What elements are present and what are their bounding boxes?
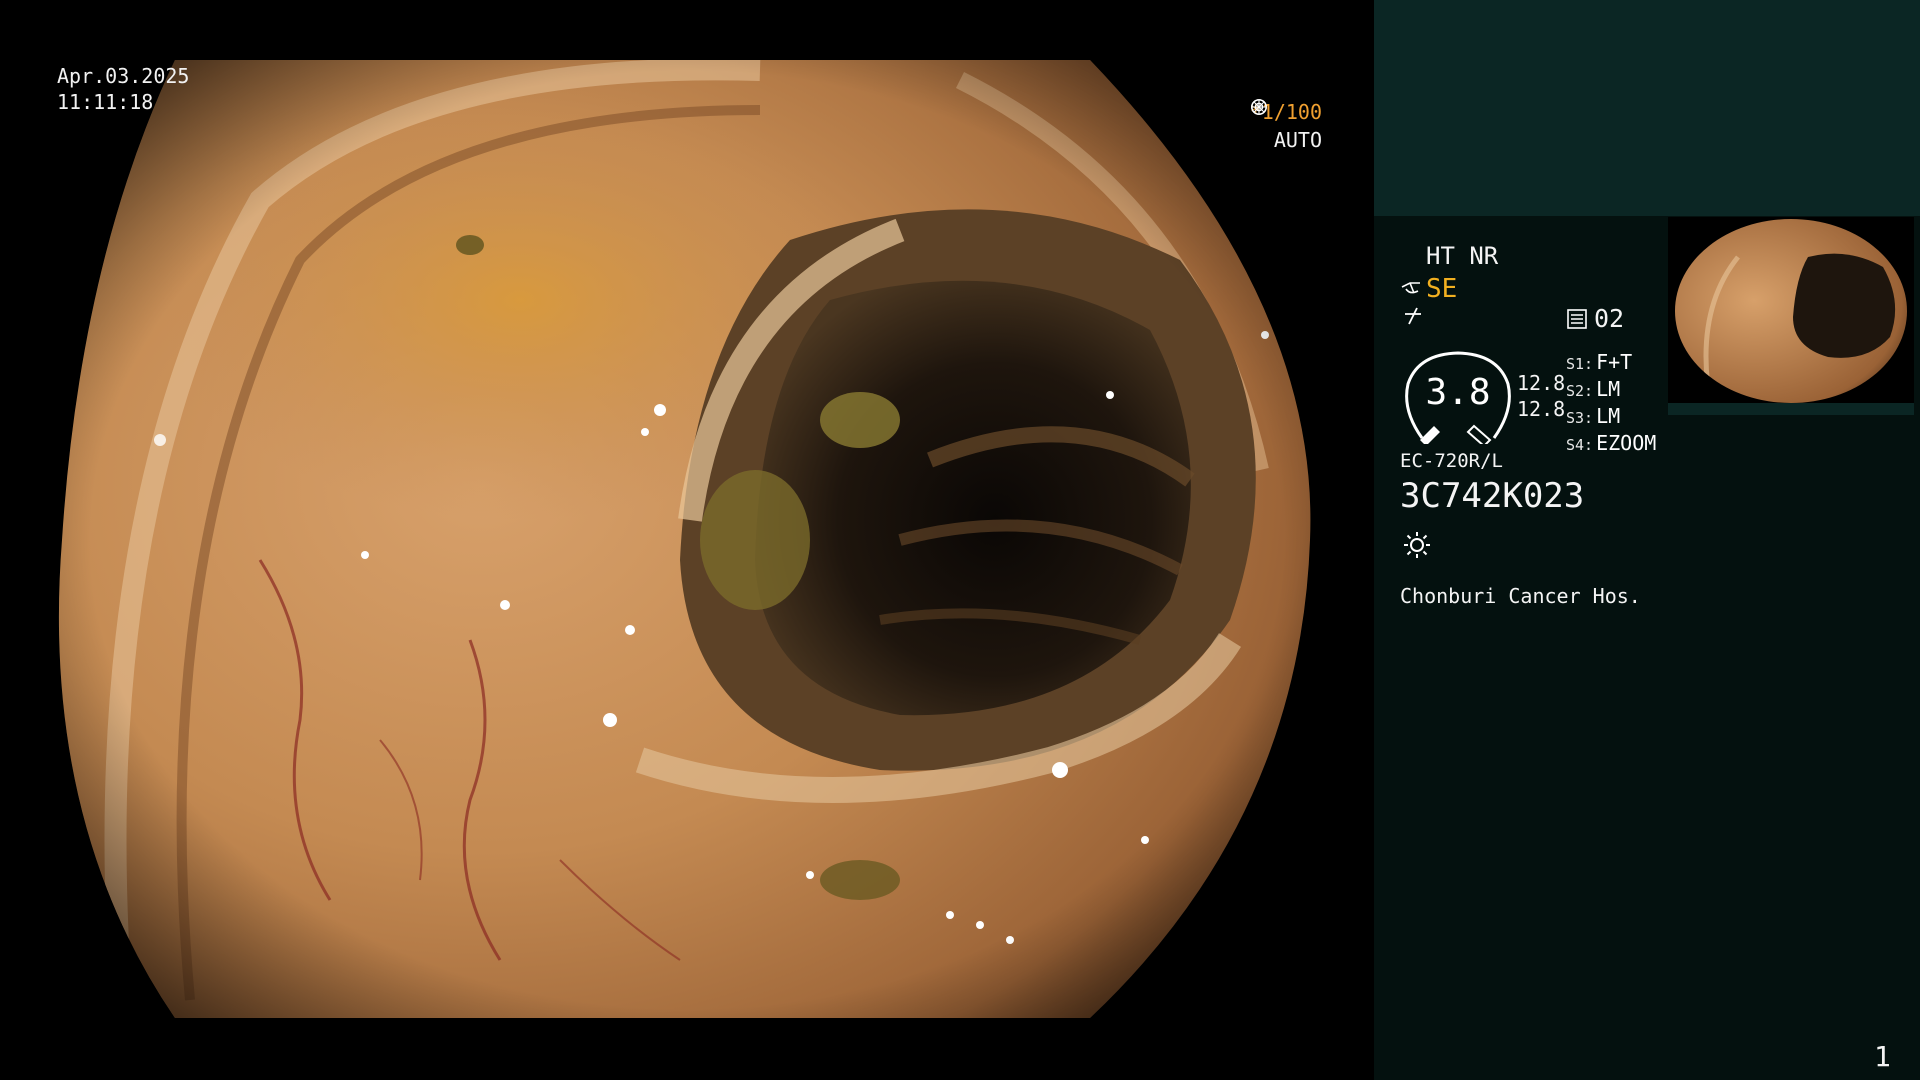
exposure-settings: *1/100 AUTO xyxy=(1250,98,1322,154)
time-text: 11:11:18 xyxy=(57,90,154,114)
hospital-name: Chonburi Cancer Hos. xyxy=(1400,584,1641,608)
switch-key: S1: xyxy=(1566,355,1594,373)
iris-mode: AUTO xyxy=(1273,128,1322,152)
magnification-gauge: 3.8 xyxy=(1400,350,1516,448)
switch-value: LM xyxy=(1596,404,1621,428)
page-number: 1 xyxy=(1874,1040,1891,1073)
color-mode-icon xyxy=(1405,307,1421,325)
switch-key: S4: xyxy=(1566,436,1594,454)
scope-serial: 3C742K023 xyxy=(1400,476,1585,516)
switch-key: S3: xyxy=(1566,409,1594,427)
record-value: 02 xyxy=(1594,304,1625,333)
thumbnail-caption-bar xyxy=(1668,403,1914,415)
gauge-upper: 12.8 xyxy=(1517,371,1566,395)
endoscopy-monitor: Apr.03.2025 11:11:18 *1/100 AUTO HT NR S… xyxy=(0,0,1920,1080)
switch-slot-3: S3: LM xyxy=(1566,404,1656,431)
gauge-value: 3.8 xyxy=(1425,372,1491,413)
iris-icon xyxy=(1250,99,1267,115)
switch-value: EZOOM xyxy=(1596,431,1657,455)
switch-slot-2: S2: LM xyxy=(1566,377,1656,404)
mode-indicators: HT NR xyxy=(1426,242,1499,270)
switch-value: F+T xyxy=(1596,350,1633,374)
gauge-lower: 12.8 xyxy=(1517,397,1566,421)
info-panel: HT NR SE 02 3.8 12.8 12.8 S1: F+T S2: LM… xyxy=(1374,0,1920,1080)
switch-slot-4: S4: EZOOM xyxy=(1566,431,1656,458)
light-icon xyxy=(1404,532,1430,558)
scope-model: EC-720R/L xyxy=(1400,450,1503,472)
switch-value: LM xyxy=(1596,377,1621,401)
structure-enhancement: SE xyxy=(1400,274,1457,304)
record-icon xyxy=(1567,308,1587,329)
thumbnail-preview[interactable] xyxy=(1668,217,1914,415)
date-time-overlay: Apr.03.2025 11:11:18 xyxy=(57,63,189,115)
record-counter: 02 xyxy=(1566,304,1624,333)
color-mode-indicator xyxy=(1402,304,1424,332)
switch-key: S2: xyxy=(1566,382,1594,400)
enhancement-icon xyxy=(1401,282,1420,294)
date-text: Apr.03.2025 xyxy=(57,64,190,88)
info-panel-header xyxy=(1374,0,1920,216)
switch-assignments: S1: F+T S2: LM S3: LM S4: EZOOM xyxy=(1566,350,1656,458)
endoscope-view: Apr.03.2025 11:11:18 *1/100 AUTO xyxy=(0,0,1374,1080)
thumbnail-image xyxy=(1668,217,1914,403)
switch-slot-1: S1: F+T xyxy=(1566,350,1656,377)
colon-image xyxy=(0,0,1374,1080)
se-label: SE xyxy=(1426,274,1458,304)
